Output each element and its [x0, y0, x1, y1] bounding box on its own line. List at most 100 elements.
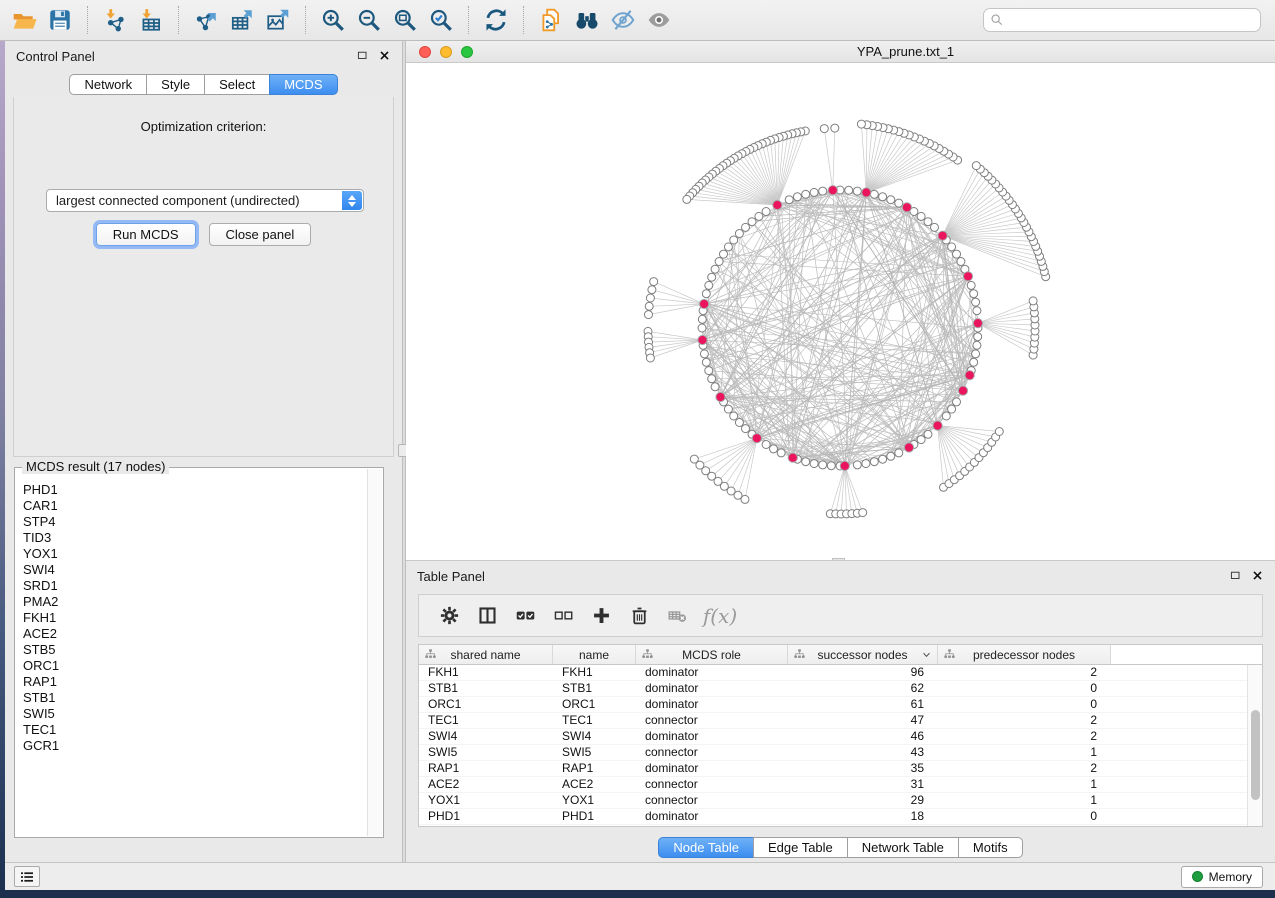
gear-button[interactable]	[432, 599, 466, 633]
graph-node[interactable]	[948, 405, 956, 413]
graph-node[interactable]	[831, 124, 839, 132]
tab-edge-table[interactable]: Edge Table	[753, 837, 848, 858]
column-header-name[interactable]: name	[553, 645, 636, 664]
tab-style[interactable]: Style	[146, 74, 205, 95]
graph-node[interactable]	[698, 324, 706, 332]
graph-node[interactable]	[730, 412, 738, 420]
table-row[interactable]: STB1STB1dominator620	[419, 681, 1247, 697]
float-panel-icon[interactable]	[355, 48, 370, 63]
table-row[interactable]: ACE2ACE2connector311	[419, 777, 1247, 793]
mcds-result-item[interactable]: FKH1	[23, 610, 367, 626]
graph-node[interactable]	[972, 162, 980, 170]
graph-node[interactable]	[827, 462, 835, 470]
table-row[interactable]: SWI5SWI5connector431	[419, 745, 1247, 761]
graph-mcds-node[interactable]	[958, 386, 967, 395]
trash-button[interactable]	[622, 599, 656, 633]
graph-node[interactable]	[917, 436, 925, 444]
tab-mcds[interactable]: MCDS	[269, 74, 337, 95]
table-row[interactable]: SWI4SWI4dominator462	[419, 729, 1247, 745]
mcds-result-item[interactable]: TEC1	[23, 722, 367, 738]
graph-mcds-node[interactable]	[840, 461, 849, 470]
graph-node[interactable]	[942, 412, 950, 420]
graph-node[interactable]	[705, 367, 713, 375]
graph-node[interactable]	[819, 187, 827, 195]
graph-node[interactable]	[974, 333, 982, 341]
graph-node[interactable]	[870, 190, 878, 198]
tab-node-table[interactable]: Node Table	[658, 837, 754, 858]
mcds-result-item[interactable]: TID3	[23, 530, 367, 546]
export-table-button[interactable]	[224, 3, 260, 37]
export-image-button[interactable]	[260, 3, 296, 37]
graph-node[interactable]	[802, 190, 810, 198]
graph-node[interactable]	[859, 509, 867, 517]
graph-mcds-node[interactable]	[788, 453, 797, 462]
show-eye-button[interactable]	[641, 3, 677, 37]
graph-node[interactable]	[931, 223, 939, 231]
mcds-result-item[interactable]: ORC1	[23, 658, 367, 674]
mcds-result-item[interactable]: STP4	[23, 514, 367, 530]
graph-node[interactable]	[853, 187, 861, 195]
graph-mcds-node[interactable]	[973, 319, 982, 328]
binoculars-button[interactable]	[569, 3, 605, 37]
graph-mcds-node[interactable]	[904, 443, 913, 452]
mcds-result-item[interactable]: SRD1	[23, 578, 367, 594]
graph-node[interactable]	[700, 350, 708, 358]
graph-node[interactable]	[724, 405, 732, 413]
clone-network-button[interactable]	[533, 3, 569, 37]
graph-node[interactable]	[724, 243, 732, 251]
zoom-fit-button[interactable]	[387, 3, 423, 37]
table-row[interactable]: TEC1TEC1connector472	[419, 713, 1247, 729]
graph-node[interactable]	[973, 341, 981, 349]
graph-node[interactable]	[973, 307, 981, 315]
tab-select[interactable]: Select	[204, 74, 270, 95]
column-header-shared-name[interactable]: shared name	[419, 645, 553, 664]
graph-node[interactable]	[970, 358, 978, 366]
graph-node[interactable]	[972, 350, 980, 358]
graph-mcds-node[interactable]	[752, 434, 761, 443]
graph-node[interactable]	[810, 460, 818, 468]
graph-node[interactable]	[730, 236, 738, 244]
graph-mcds-node[interactable]	[698, 335, 707, 344]
graph-node[interactable]	[820, 125, 828, 133]
graph-node[interactable]	[742, 223, 750, 231]
tab-motifs[interactable]: Motifs	[958, 837, 1023, 858]
refresh-button[interactable]	[478, 3, 514, 37]
task-history-button[interactable]	[14, 866, 40, 887]
graph-node[interactable]	[650, 278, 658, 286]
graph-node[interactable]	[762, 208, 770, 216]
zoom-out-button[interactable]	[351, 3, 387, 37]
graph-node[interactable]	[735, 419, 743, 427]
graph-node[interactable]	[646, 294, 654, 302]
graph-mcds-node[interactable]	[828, 186, 837, 195]
graph-node[interactable]	[953, 398, 961, 406]
mcds-result-scrollbar[interactable]	[367, 469, 382, 836]
close-panel-icon[interactable]	[377, 48, 392, 63]
graph-node[interactable]	[957, 258, 965, 266]
graph-node[interactable]	[870, 458, 878, 466]
graph-node[interactable]	[793, 193, 801, 201]
graph-node[interactable]	[770, 445, 778, 453]
graph-mcds-node[interactable]	[700, 299, 709, 308]
mcds-result-item[interactable]: SWI5	[23, 706, 367, 722]
folder-open-button[interactable]	[6, 3, 42, 37]
graph-mcds-node[interactable]	[716, 392, 725, 401]
import-network-button[interactable]	[97, 3, 133, 37]
graph-node[interactable]	[683, 195, 691, 203]
graph-node[interactable]	[948, 243, 956, 251]
memory-button[interactable]: Memory	[1181, 866, 1263, 888]
graph-node[interactable]	[711, 265, 719, 273]
graph-mcds-node[interactable]	[933, 421, 942, 430]
mcds-result-item[interactable]: PHD1	[23, 482, 367, 498]
graph-node[interactable]	[887, 196, 895, 204]
mcds-result-item[interactable]: ACE2	[23, 626, 367, 642]
table-row[interactable]: PHD1PHD1dominator180	[419, 809, 1247, 825]
run-mcds-button[interactable]: Run MCDS	[96, 223, 196, 246]
columns-button[interactable]	[470, 599, 504, 633]
graph-node[interactable]	[924, 218, 932, 226]
graph-node[interactable]	[879, 455, 887, 463]
mcds-result-item[interactable]: GCR1	[23, 738, 367, 754]
graph-node[interactable]	[924, 430, 932, 438]
graph-node[interactable]	[742, 425, 750, 433]
table-row[interactable]: RAP1RAP1dominator352	[419, 761, 1247, 777]
graph-node[interactable]	[810, 188, 818, 196]
